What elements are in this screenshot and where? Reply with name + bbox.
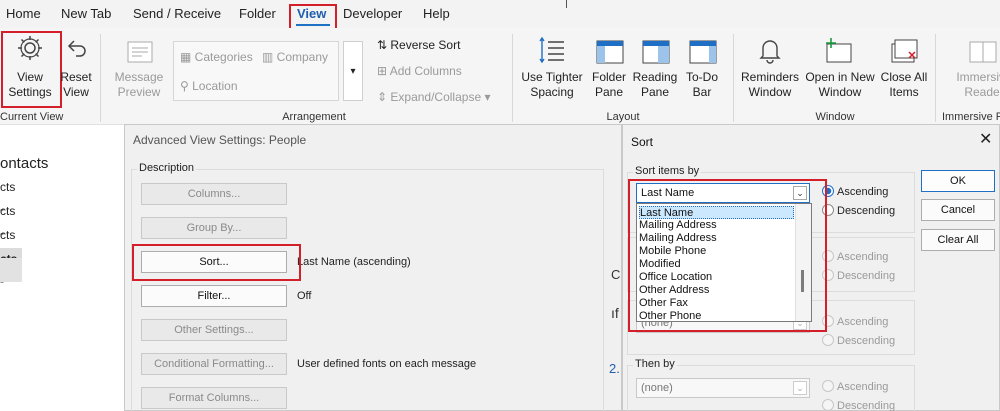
sort-value: Last Name (ascending) — [297, 256, 411, 268]
group-label-layout: Layout — [606, 111, 640, 123]
undo-icon — [65, 36, 89, 60]
menu-developer[interactable]: Developer — [343, 6, 402, 21]
ribbon: View Settings Reset View Current View Me… — [0, 28, 1000, 125]
immersive-reader-icon — [968, 40, 998, 64]
message-preview-button[interactable]: Message Preview — [108, 70, 170, 100]
gallery-more-button[interactable]: ▾ — [343, 41, 363, 101]
todo-bar-icon — [689, 40, 717, 64]
then-by-label: Then by — [633, 358, 677, 370]
location-option[interactable]: ⚲ Location — [180, 79, 238, 93]
conditional-formatting-value: User defined fonts on each message — [297, 358, 477, 370]
close-all-items-icon — [890, 38, 920, 64]
bg-number-fragment: 2. — [609, 361, 620, 376]
sort-dialog: Sort ✕ Sort items by Last Name ⌄ Ascendi… — [622, 124, 1000, 411]
ribbon-separator — [935, 34, 936, 122]
ok-button[interactable]: OK — [921, 170, 995, 192]
ribbon-separator — [733, 34, 734, 122]
close-icon[interactable]: ✕ — [979, 129, 992, 149]
contacts-header: ontacts — [0, 155, 49, 172]
sort-items-by-label: Sort items by — [633, 165, 702, 177]
open-new-window-button[interactable]: Open in New Window — [803, 70, 877, 100]
expand-icon: ⇕ — [377, 90, 391, 104]
menu-new-tab[interactable]: New Tab — [61, 6, 111, 21]
immersive-group-clip: Immersive Re — [940, 111, 1000, 125]
folder-pane: ontacts cts - cts - cts - cts - — [0, 125, 125, 411]
ribbon-separator — [512, 34, 513, 122]
descending-radio-3[interactable]: Descending — [822, 334, 895, 347]
reset-view-button[interactable]: Reset View — [60, 70, 92, 100]
filter-button[interactable]: Filter... — [141, 285, 287, 307]
selection-highlight — [0, 258, 22, 282]
contact-folder-row[interactable]: cts - — [0, 200, 22, 240]
dialog-title: Advanced View Settings: People — [133, 133, 307, 147]
bell-icon — [756, 36, 784, 64]
bg-tab-fragment: C — [611, 267, 621, 282]
close-all-items-button[interactable]: Close All Items — [876, 70, 932, 100]
contact-folder-row[interactable]: cts - — [0, 176, 22, 216]
columns-button[interactable]: Columns... — [141, 183, 287, 205]
clear-all-button[interactable]: Clear All — [921, 229, 995, 251]
sort-arrows-icon: ⇅ — [377, 38, 391, 52]
group-label-immersive: Immersive Re — [942, 111, 1000, 123]
folder-pane-button[interactable]: Folder Pane — [586, 70, 632, 100]
advanced-view-settings-dialog: Advanced View Settings: People Descripti… — [124, 124, 622, 411]
description-label: Description — [137, 162, 197, 174]
bg-text-fragment: ıf — [611, 305, 619, 321]
company-icon: ▥ — [262, 50, 277, 64]
reverse-sort-button[interactable]: ⇅ Reverse Sort — [377, 38, 460, 52]
chevron-down-icon: ▾ — [481, 90, 491, 104]
other-settings-button[interactable]: Other Settings... — [141, 319, 287, 341]
ascending-radio-2[interactable]: Ascending — [822, 250, 888, 263]
menu-help[interactable]: Help — [423, 6, 450, 21]
company-option[interactable]: ▥ Company — [262, 50, 328, 64]
reminders-window-button[interactable]: Reminders Window — [739, 70, 801, 100]
highlight-box-view-settings — [1, 31, 62, 108]
location-pin-icon: ⚲ — [180, 79, 193, 93]
format-columns-button[interactable]: Format Columns... — [141, 387, 287, 409]
menu-folder[interactable]: Folder — [239, 6, 276, 21]
todo-bar-button[interactable]: To-Do Bar — [680, 70, 724, 100]
menu-send-receive[interactable]: Send / Receive — [133, 6, 221, 21]
folder-pane-icon — [596, 40, 624, 64]
sort-dialog-title: Sort — [631, 135, 654, 149]
window-mark — [566, 0, 567, 8]
cancel-button[interactable]: Cancel — [921, 199, 995, 221]
menu-home[interactable]: Home — [6, 6, 41, 21]
new-window-icon — [825, 36, 855, 64]
group-label-arrangement: Arrangement — [282, 111, 346, 123]
menu-bar: Home New Tab Send / Receive Folder View … — [0, 0, 1000, 32]
highlight-box-dropdown — [628, 179, 827, 332]
redacted-area — [22, 178, 122, 283]
highlight-box-sort — [132, 244, 301, 281]
group-label-current-view: Current View — [0, 111, 64, 123]
reading-pane-button[interactable]: Reading Pane — [630, 70, 680, 100]
contact-folder-row[interactable]: cts - — [0, 224, 22, 264]
immersive-reader-button[interactable]: Immersive Reader — [954, 70, 1000, 100]
immersive-reader-clip: Immersive Reader — [940, 70, 1000, 102]
expand-collapse-button[interactable]: ⇕ Expand/Collapse ▾ — [377, 90, 490, 104]
categories-icon: ▦ — [180, 50, 195, 64]
tighter-spacing-icon — [538, 36, 566, 64]
chevron-down-icon: ▾ — [350, 66, 356, 77]
reading-pane-icon — [642, 40, 670, 64]
message-preview-icon — [126, 40, 154, 64]
filter-value: Off — [297, 290, 312, 302]
ascending-radio-4[interactable]: Ascending — [822, 380, 888, 393]
ascending-radio[interactable]: Ascending — [822, 185, 888, 198]
use-tighter-spacing-button[interactable]: Use Tighter Spacing — [519, 70, 585, 100]
ribbon-separator — [100, 34, 101, 122]
descending-radio[interactable]: Descending — [822, 204, 895, 217]
descending-radio-4[interactable]: Descending — [822, 399, 895, 411]
chevron-down-icon[interactable]: ⌄ — [793, 381, 807, 395]
add-columns-button[interactable]: ⊞ Add Columns — [377, 64, 462, 78]
descending-radio-2[interactable]: Descending — [822, 269, 895, 282]
add-columns-icon: ⊞ — [377, 64, 390, 78]
group-label-window: Window — [815, 111, 855, 123]
categories-option[interactable]: ▦ Categories — [180, 50, 253, 64]
conditional-formatting-button[interactable]: Conditional Formatting... — [141, 353, 287, 375]
group-by-button[interactable]: Group By... — [141, 217, 287, 239]
then-by-combo-3[interactable]: (none) ⌄ — [636, 378, 810, 398]
ascending-radio-3[interactable]: Ascending — [822, 315, 888, 328]
